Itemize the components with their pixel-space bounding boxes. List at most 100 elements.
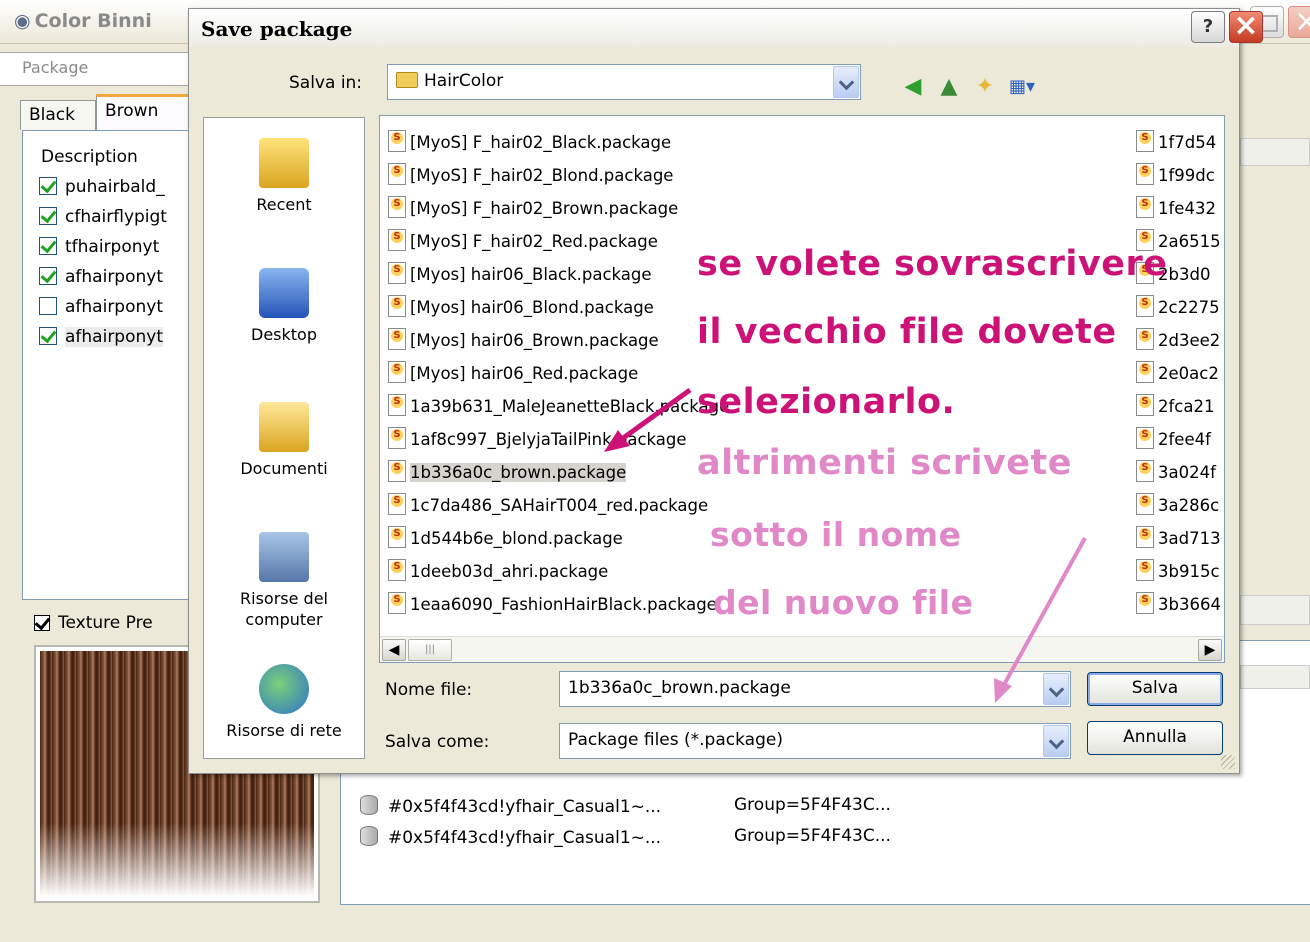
file-row[interactable]: [Myos] hair06_Red.package	[388, 361, 638, 389]
place-documents[interactable]: Documenti	[204, 402, 364, 479]
place-network[interactable]: Risorse di rete	[204, 664, 364, 741]
package-file-icon	[1136, 460, 1154, 482]
description-header[interactable]: Description	[41, 147, 138, 167]
file-row[interactable]: 2c2275	[1136, 295, 1224, 323]
file-row[interactable]: 2e0ac2	[1136, 361, 1224, 389]
chevron-down-icon[interactable]	[833, 66, 859, 98]
list-item[interactable]: cfhairflypigt	[39, 207, 167, 237]
package-file-icon	[1136, 130, 1154, 152]
package-file-icon	[1136, 361, 1154, 383]
list-item[interactable]: afhairponyt	[39, 297, 163, 327]
file-row[interactable]: 1c7da486_SAHairT004_red.package	[388, 493, 708, 521]
file-row[interactable]: [MyoS] F_hair02_Black.package	[388, 130, 671, 158]
annotation-line-4: altrimenti scrivete	[697, 443, 1073, 483]
computer-icon	[259, 532, 309, 582]
package-file-icon	[388, 229, 406, 251]
app-close-button[interactable]	[1288, 4, 1310, 39]
file-row[interactable]: 1f99dc	[1136, 163, 1224, 191]
file-row[interactable]: [Myos] hair06_Brown.package	[388, 328, 659, 356]
package-file-icon	[388, 328, 406, 350]
package-file-icon	[1136, 328, 1154, 350]
desktop-icon	[259, 268, 309, 318]
column-header	[1240, 665, 1310, 689]
chevron-down-icon[interactable]	[1043, 725, 1069, 757]
resource-row[interactable]: #0x5f4f43cd!yfhair_Casual1~... Group=5F4F…	[360, 795, 891, 817]
back-arrow-icon[interactable]: ◀	[901, 75, 925, 99]
item-checkbox[interactable]	[39, 237, 57, 255]
new-folder-icon[interactable]: ✦	[973, 75, 997, 99]
item-checkbox[interactable]	[39, 267, 57, 285]
list-item[interactable]: afhairponyt	[39, 327, 163, 357]
scroll-thumb[interactable]: |||	[408, 639, 452, 661]
package-file-icon	[1136, 427, 1154, 449]
file-row[interactable]: 1fe432	[1136, 196, 1224, 224]
app-title: ◉ Color Binni	[14, 10, 152, 32]
place-desktop[interactable]: Desktop	[204, 268, 364, 345]
file-row[interactable]: [Myos] hair06_Blond.package	[388, 295, 654, 323]
item-checkbox[interactable]	[39, 327, 57, 345]
annotation-line-2: il vecchio file dovete	[697, 312, 1117, 352]
package-file-icon	[388, 130, 406, 152]
file-row[interactable]: 3b915c	[1136, 559, 1224, 587]
file-row[interactable]: 1eaa6090_FashionHairBlack.package	[388, 592, 717, 620]
list-item[interactable]: puhairbald_	[39, 177, 165, 207]
file-row[interactable]: 1deeb03d_ahri.package	[388, 559, 608, 587]
network-icon	[259, 664, 309, 714]
package-file-icon	[1136, 559, 1154, 581]
package-file-icon	[388, 460, 406, 482]
file-row[interactable]: 3ad713	[1136, 526, 1224, 554]
column-header	[1240, 138, 1310, 166]
package-file-icon	[1136, 295, 1154, 317]
recent-icon	[259, 138, 309, 188]
file-row[interactable]: 1a39b631_MaleJeanetteBlack.package	[388, 394, 729, 422]
file-row[interactable]: [Myos] hair06_Black.package	[388, 262, 652, 290]
file-row-selected[interactable]: 1b336a0c_brown.package	[388, 460, 627, 488]
save-in-dropdown[interactable]: HairColor	[387, 64, 861, 100]
places-bar: Recent Desktop Documenti Risorse del com…	[203, 117, 365, 759]
package-file-icon	[388, 361, 406, 383]
file-row[interactable]: 3a286c	[1136, 493, 1224, 521]
package-file-icon	[1136, 163, 1154, 185]
file-row[interactable]: 1af8c997_BjelyjaTailPink.package	[388, 427, 687, 455]
scroll-right-icon[interactable]: ▶	[1198, 639, 1222, 661]
place-computer[interactable]: Risorse del computer	[204, 532, 364, 630]
help-button[interactable]: ?	[1191, 11, 1225, 43]
file-row[interactable]: [MyoS] F_hair02_Blond.package	[388, 163, 673, 191]
filename-label: Nome file:	[385, 680, 473, 700]
file-row[interactable]: 2fca21	[1136, 394, 1224, 422]
file-row[interactable]: 1f7d54	[1136, 130, 1224, 158]
list-item[interactable]: afhairponyt	[39, 267, 163, 297]
file-row[interactable]: 2fee4f	[1136, 427, 1224, 455]
list-item[interactable]: tfhairponyt	[39, 237, 159, 267]
item-checkbox[interactable]	[39, 207, 57, 225]
texture-preview-checkbox[interactable]	[34, 615, 50, 631]
place-recent[interactable]: Recent	[204, 138, 364, 215]
database-icon	[360, 826, 378, 846]
up-folder-icon[interactable]: ▲	[937, 75, 961, 99]
file-row[interactable]: 1d544b6e_blond.package	[388, 526, 623, 554]
file-row[interactable]: 3a024f	[1136, 460, 1224, 488]
filename-input[interactable]: 1b336a0c_brown.package	[559, 671, 1071, 707]
savetype-dropdown[interactable]: Package files (*.package)	[559, 723, 1071, 759]
file-row[interactable]: 2d3ee2	[1136, 328, 1224, 356]
resource-row[interactable]: #0x5f4f43cd!yfhair_Casual1~... Group=5F4F…	[360, 826, 891, 848]
save-button[interactable]: Salva	[1087, 672, 1223, 706]
view-menu-icon[interactable]: ▦▾	[1009, 75, 1035, 99]
item-checkbox[interactable]	[39, 177, 57, 195]
chevron-down-icon[interactable]	[1043, 673, 1069, 705]
cancel-button[interactable]: Annulla	[1087, 721, 1223, 755]
file-row[interactable]: [MyoS] F_hair02_Red.package	[388, 229, 658, 257]
file-row[interactable]: 3b3664	[1136, 592, 1224, 620]
eye-icon: ◉	[14, 10, 31, 32]
package-field[interactable]: Package	[0, 52, 200, 86]
horizontal-scrollbar[interactable]: ◀ ||| ▶	[380, 636, 1224, 662]
item-checkbox[interactable]	[39, 297, 57, 315]
dialog-close-button[interactable]: ×	[1229, 11, 1263, 43]
texture-preview-toggle[interactable]: Texture Pre	[34, 613, 153, 633]
resize-grip[interactable]	[1221, 755, 1235, 769]
tab-black[interactable]: Black	[20, 100, 96, 130]
package-file-icon	[1136, 394, 1154, 416]
package-file-icon	[1136, 196, 1154, 218]
file-row[interactable]: [MyoS] F_hair02_Brown.package	[388, 196, 678, 224]
scroll-left-icon[interactable]: ◀	[382, 639, 406, 661]
